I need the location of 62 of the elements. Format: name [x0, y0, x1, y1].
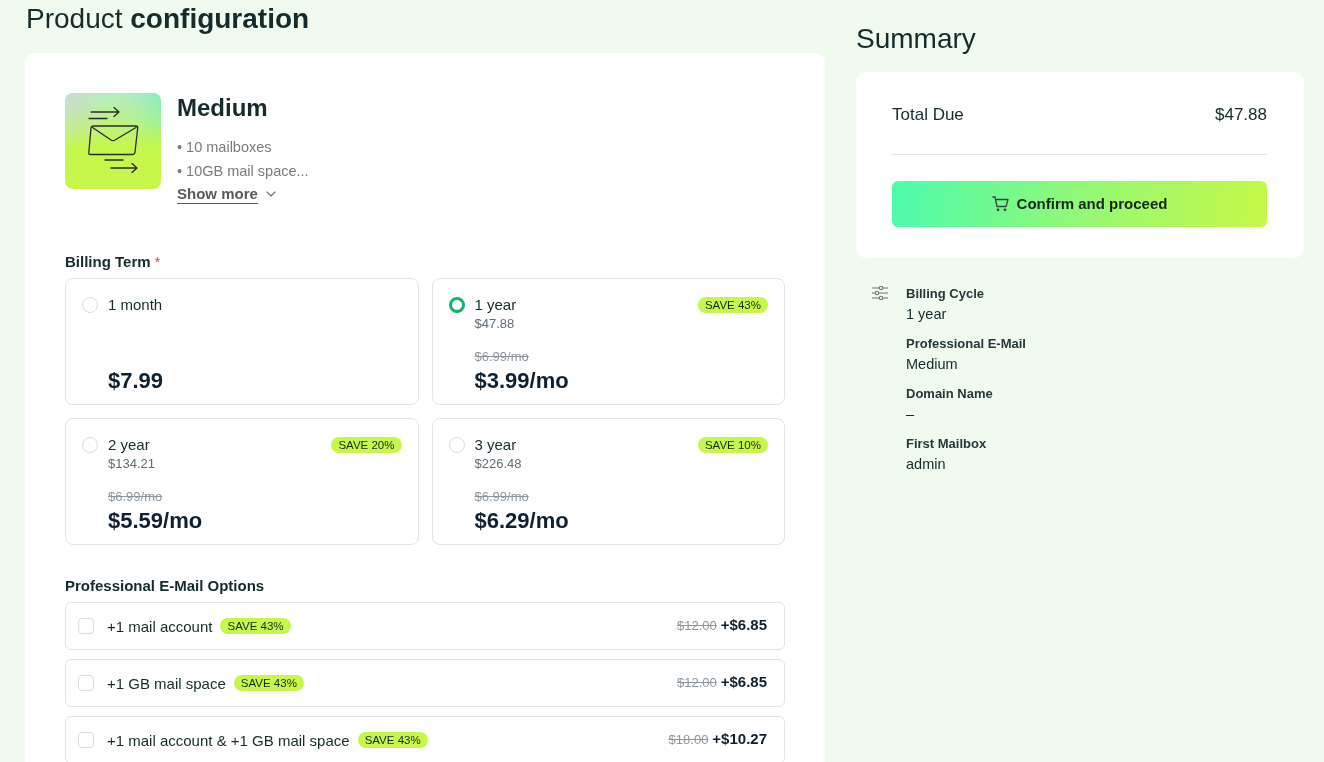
feature-text: • 10 mailboxes: [177, 138, 272, 157]
cart-icon: [991, 196, 1009, 212]
term-price: $6.29/mo: [474, 506, 569, 535]
detail-value: 1 year: [906, 305, 947, 324]
product-name: Medium: [177, 93, 268, 123]
option-label: +1 GB mail space: [107, 674, 226, 694]
page-title: Product configuration: [25, 2, 310, 36]
billing-option-card[interactable]: 3 year SAVE 10% $226.48 $6.99/mo $6.29/mo: [431, 417, 785, 545]
detail-label: Professional E-Mail: [906, 335, 1026, 353]
summary-title: Summary: [856, 22, 976, 56]
radio-button[interactable]: [448, 296, 465, 313]
old-price: $12.00: [676, 673, 717, 692]
email-option-row[interactable]: +1 GB mail space SAVE 43% $12.00 +$6.85: [65, 658, 785, 707]
term-total: $226.48: [474, 454, 522, 473]
detail-value: Medium: [906, 355, 958, 374]
section-label: Professional E-Mail Options: [65, 575, 265, 596]
checkbox[interactable]: [78, 617, 94, 634]
total-label: Total Due: [892, 104, 964, 127]
old-price: $6.99/mo: [108, 487, 163, 506]
save-label: SAVE 43%: [357, 731, 428, 748]
billing-option-card[interactable]: 1 month $7.99: [65, 277, 419, 405]
term-price: $7.99: [108, 366, 164, 395]
old-price: $6.99/mo: [474, 347, 529, 366]
show-more-link[interactable]: Show more: [177, 183, 276, 206]
term-price: $5.59/mo: [108, 506, 203, 535]
term-price: $3.99/mo: [474, 366, 569, 395]
term-total: $134.21: [108, 454, 155, 473]
old-price: $6.99/mo: [474, 487, 529, 506]
term-label: 1 year: [474, 294, 517, 315]
confirm-button[interactable]: Confirm and proceed: [892, 181, 1267, 227]
term-total: $47.88: [474, 314, 515, 333]
detail-label: Billing Cycle: [906, 285, 985, 303]
checkbox[interactable]: [78, 731, 94, 748]
total-value: $47.88: [1215, 104, 1267, 127]
old-price: $18.00: [668, 730, 709, 749]
detail-label: First Mailbox: [906, 435, 987, 453]
save-label: SAVE 43%: [697, 296, 768, 313]
term-label: 2 year: [108, 434, 150, 455]
required-mark: *: [154, 251, 161, 272]
save-label: SAVE 20%: [331, 436, 402, 453]
save-label: SAVE 43%: [233, 674, 304, 691]
chevron-down-icon: [265, 191, 276, 198]
detail-value: admin: [906, 455, 946, 474]
save-label: SAVE 10%: [697, 436, 768, 453]
option-label: +1 mail account & +1 GB mail space: [107, 731, 350, 751]
sliders-icon: [872, 286, 888, 300]
option-price: +$6.85: [720, 615, 767, 636]
detail-value: –: [906, 405, 915, 424]
billing-option-card[interactable]: 1 year SAVE 43% $47.88 $6.99/mo $3.99/mo: [431, 277, 785, 405]
billing-option-card[interactable]: 2 year SAVE 20% $134.21 $6.99/mo $5.59/mo: [65, 417, 419, 545]
detail-label: Domain Name: [906, 385, 993, 403]
old-price: $12.00: [676, 616, 717, 635]
term-label: 1 month: [108, 294, 163, 315]
option-price: +$10.27: [712, 729, 767, 750]
term-label: 3 year: [474, 434, 517, 455]
feature-text: • 10GB mail space...: [177, 162, 309, 181]
checkbox[interactable]: [78, 674, 94, 691]
option-label: +1 mail account: [107, 617, 213, 637]
email-option-row[interactable]: +1 mail account SAVE 43% $12.00 +$6.85: [65, 601, 785, 650]
section-label: Billing Term: [65, 251, 151, 272]
save-label: SAVE 43%: [220, 617, 291, 634]
option-price: +$6.85: [720, 672, 767, 693]
